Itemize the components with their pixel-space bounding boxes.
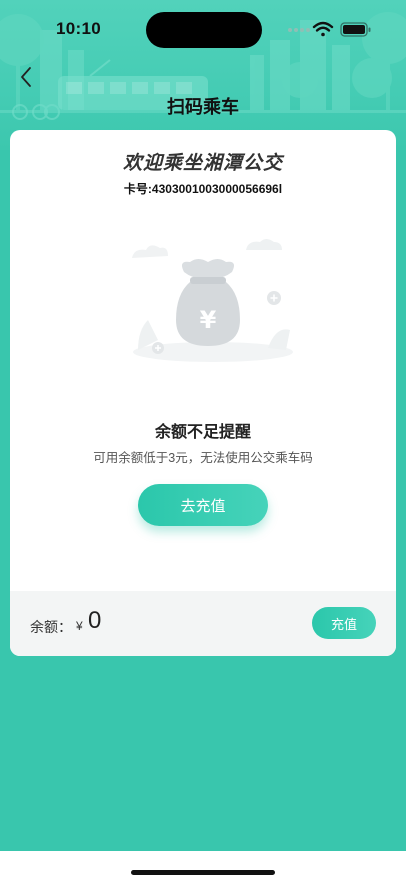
wifi-icon xyxy=(312,21,334,37)
battery-icon xyxy=(340,22,371,37)
welcome-text: 欢迎乘坐湘潭公交 xyxy=(122,152,283,174)
balance-amount: 0 xyxy=(88,607,102,634)
status-time: 10:10 xyxy=(56,19,101,38)
money-bag-yuan-icon: ¥ xyxy=(132,239,293,362)
back-button[interactable] xyxy=(14,62,38,92)
recharge-button[interactable]: 充值 xyxy=(312,607,376,639)
dynamic-island xyxy=(146,12,262,48)
warning-title: 余额不足提醒 xyxy=(154,424,251,441)
warning-description: 可用余额低于3元，无法使用公交乘车码 xyxy=(93,451,313,465)
ride-code-card: 欢迎乘坐湘潭公交 卡号:4303001003000056696l ¥ 余额不足提… xyxy=(10,130,396,656)
balance-label: 余额： xyxy=(30,619,72,635)
status-icons xyxy=(288,21,371,37)
bottom-safe-area xyxy=(0,851,406,883)
status-bar: 10:10 xyxy=(0,0,406,58)
yuan-symbol: ¥ xyxy=(200,306,217,334)
card-number: 卡号:4303001003000056696l xyxy=(123,182,283,196)
signal-icon xyxy=(288,28,310,32)
chevron-left-icon xyxy=(21,67,31,87)
balance-bar: 余额： ¥ 0 充值 xyxy=(10,591,396,656)
home-indicator xyxy=(131,870,275,875)
page-title: 扫码乘车 xyxy=(167,97,239,117)
go-recharge-button[interactable]: 去充值 xyxy=(138,484,268,526)
currency-symbol: ¥ xyxy=(76,619,83,633)
